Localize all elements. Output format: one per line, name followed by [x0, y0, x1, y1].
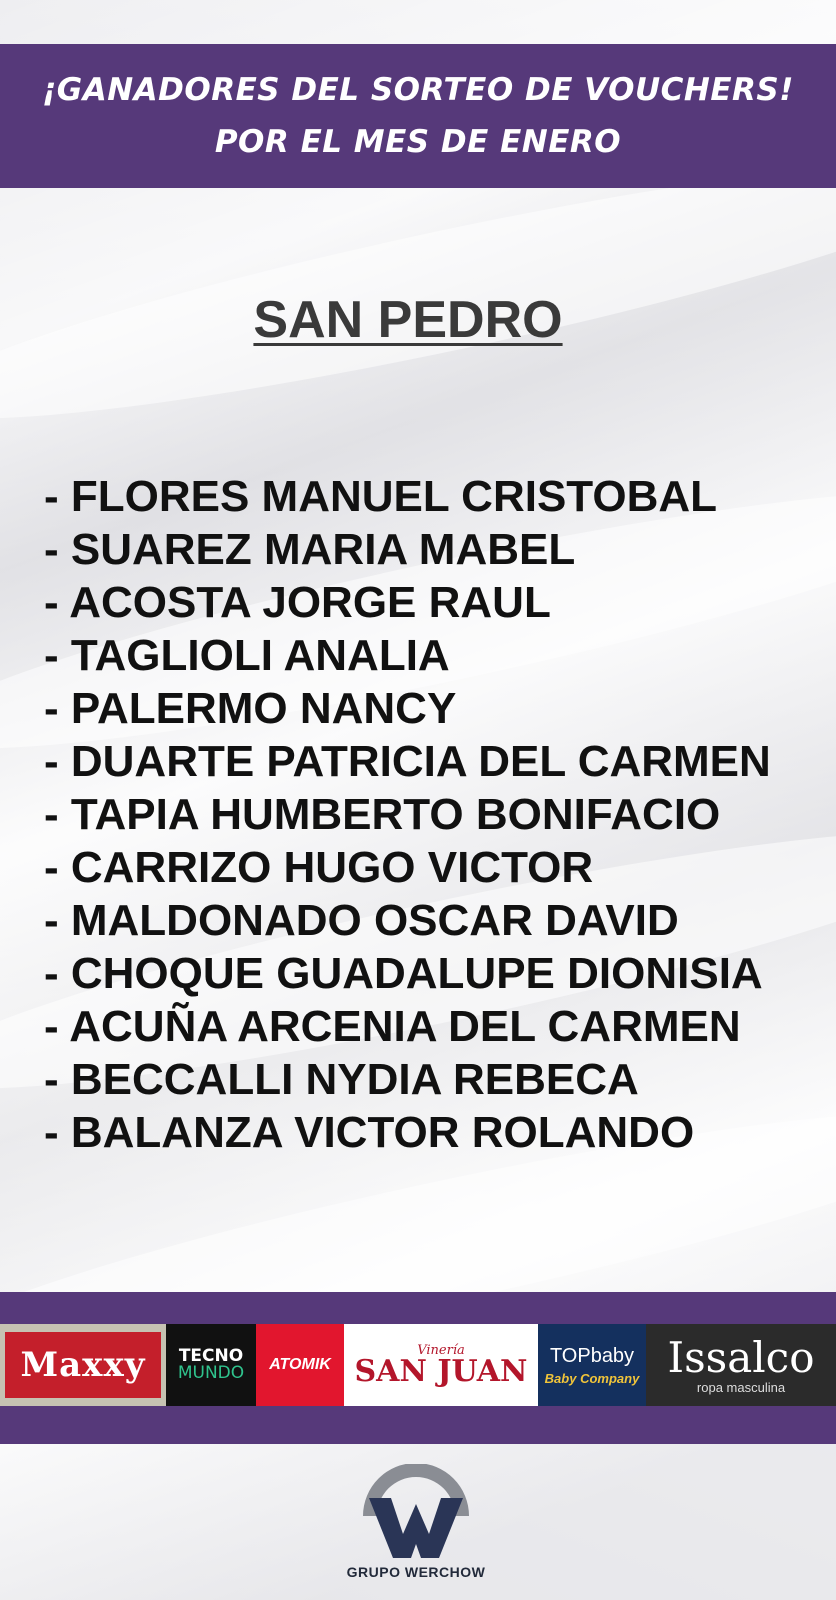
maxxy-logo-text: Maxxy: [5, 1332, 161, 1398]
werchow-brand-name: GRUPO WERCHOW: [346, 1564, 486, 1580]
list-item: - MALDONADO OSCAR DAVID: [44, 896, 679, 945]
atomik-logo: ATOMIK: [256, 1324, 344, 1406]
header-banner: ¡GANADORES DEL SORTEO DE VOUCHERS! POR E…: [0, 44, 836, 188]
purple-band-bottom: [0, 1406, 836, 1444]
list-item: - TAPIA HUMBERTO BONIFACIO: [44, 790, 721, 839]
list-item: - PALERMO NANCY: [44, 684, 457, 733]
list-item: - DUARTE PATRICIA DEL CARMEN: [44, 737, 771, 786]
header-subtitle: POR EL MES DE ENERO: [214, 124, 622, 160]
sponsor-logos-strip: Maxxy TECNO MUNDO ATOMIK Vinería SAN JUA…: [0, 1324, 836, 1406]
list-item: - SUAREZ MARIA MABEL: [44, 525, 576, 574]
issalco-logo-line1: Issalco: [667, 1332, 815, 1382]
list-item: - ACOSTA JORGE RAUL: [44, 578, 551, 627]
list-item: - CARRIZO HUGO VICTOR: [44, 843, 594, 892]
vineria-san-juan-logo: Vinería SAN JUAN: [344, 1324, 538, 1406]
winners-list: - FLORES MANUEL CRISTOBAL - SUAREZ MARIA…: [44, 470, 771, 1159]
purple-band-top: [0, 1292, 836, 1324]
list-item: - BECCALLI NYDIA REBECA: [44, 1055, 639, 1104]
region-title-text: SAN PEDRO: [253, 291, 563, 349]
flyer-page: ¡GANADORES DEL SORTEO DE VOUCHERS! POR E…: [0, 0, 836, 1600]
sanjuan-logo-line2: SAN JUAN: [354, 1353, 528, 1389]
list-item: - ACUÑA ARCENIA DEL CARMEN: [44, 1002, 741, 1051]
topbaby-logo: TOPbaby Baby Company: [538, 1324, 646, 1406]
list-item: - BALANZA VICTOR ROLANDO: [44, 1108, 695, 1157]
list-item: - TAGLIOLI ANALIA: [44, 631, 450, 680]
grupo-werchow-logo: GRUPO WERCHOW: [336, 1464, 496, 1584]
header-title: ¡GANADORES DEL SORTEO DE VOUCHERS!: [42, 72, 794, 108]
issalco-logo-line2: ropa masculina: [696, 1379, 786, 1395]
topbaby-logo-line1: TOPbaby: [549, 1344, 635, 1367]
issalco-logo: Issalco ropa masculina: [646, 1324, 836, 1406]
topbaby-logo-line2: Baby Company: [544, 1370, 640, 1386]
list-item: - FLORES MANUEL CRISTOBAL: [44, 472, 718, 521]
werchow-w-icon: [363, 1464, 469, 1558]
tecno-mundo-logo: TECNO MUNDO: [166, 1324, 256, 1406]
list-item: - CHOQUE GUADALUPE DIONISIA: [44, 949, 763, 998]
maxxy-logo: Maxxy: [0, 1324, 166, 1406]
region-title: SAN PEDRO: [0, 290, 836, 350]
tecno-logo-line2: MUNDO: [177, 1363, 245, 1383]
